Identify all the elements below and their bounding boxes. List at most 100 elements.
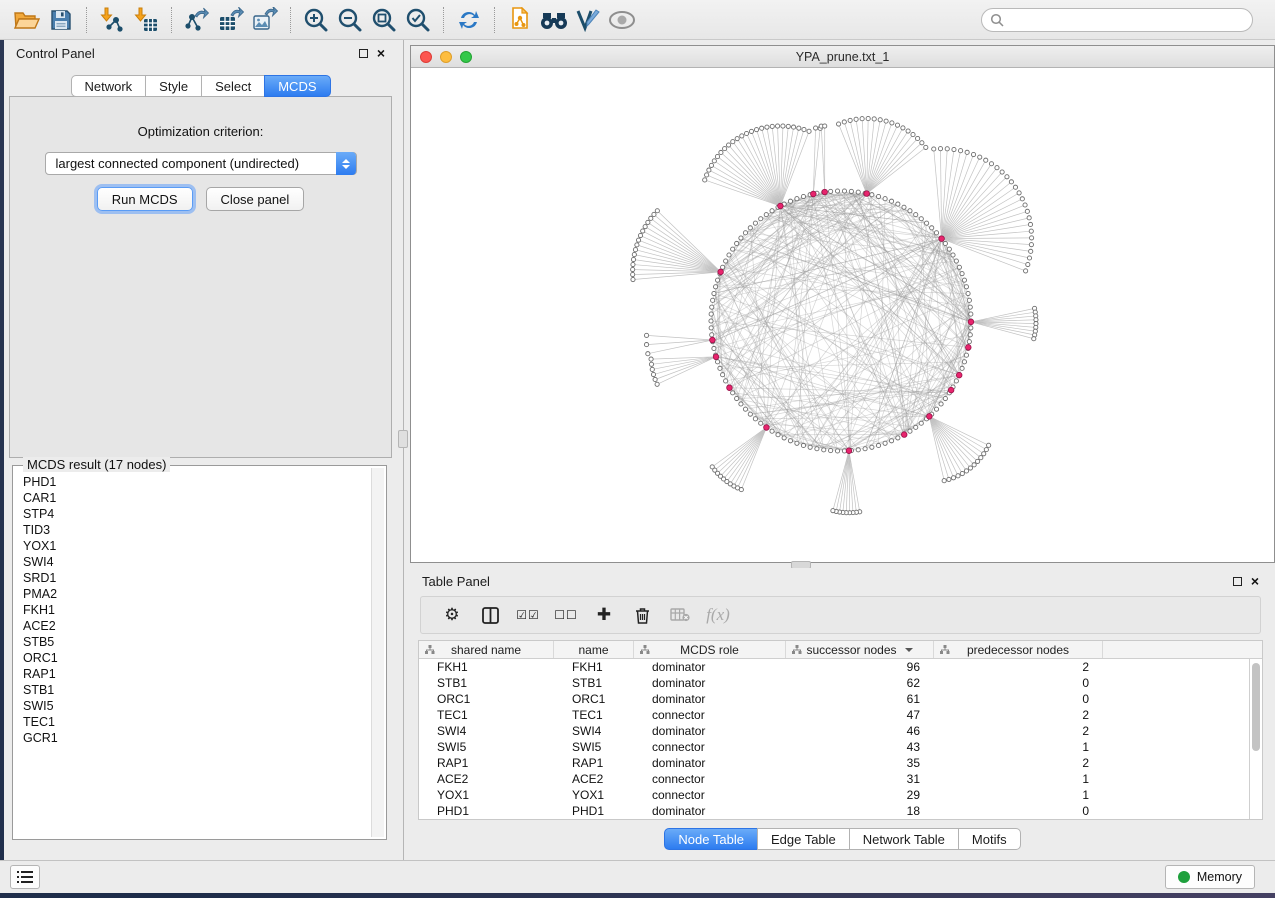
table-row[interactable]: ORC1ORC1dominator610 <box>419 691 1249 707</box>
column-header-mcds-role[interactable]: MCDS role <box>634 641 786 658</box>
table-row[interactable]: TEC1TEC1connector472 <box>419 707 1249 723</box>
mcds-result-item[interactable]: FKH1 <box>23 602 384 618</box>
list-icon <box>17 871 33 883</box>
float-panel-icon[interactable] <box>359 49 368 58</box>
search-field[interactable] <box>981 8 1253 32</box>
float-panel-icon[interactable] <box>1233 577 1242 586</box>
mcds-result-item[interactable]: SWI5 <box>23 698 384 714</box>
export-network-icon[interactable] <box>180 5 214 35</box>
sort-descending-icon <box>905 648 913 652</box>
save-icon[interactable] <box>44 5 78 35</box>
optimization-criterion-select[interactable]: largest connected component (undirected) <box>45 152 357 175</box>
search-input[interactable] <box>1009 13 1244 27</box>
mcds-result-item[interactable]: TID3 <box>23 522 384 538</box>
mcds-result-item[interactable]: ACE2 <box>23 618 384 634</box>
mcds-result-item[interactable]: CAR1 <box>23 490 384 506</box>
binoculars-icon[interactable] <box>537 5 571 35</box>
splitter-grip[interactable] <box>398 430 408 448</box>
vizmapper-icon[interactable] <box>571 5 605 35</box>
mcds-result-item[interactable]: GCR1 <box>23 730 384 746</box>
column-header-successor-nodes[interactable]: successor nodes <box>786 641 934 658</box>
tab-style[interactable]: Style <box>145 75 202 97</box>
mcds-result-item[interactable]: PHD1 <box>23 474 384 490</box>
network-window-titlebar[interactable]: YPA_prune.txt_1 <box>411 46 1274 68</box>
eye-icon[interactable] <box>605 5 639 35</box>
open-file-icon[interactable] <box>10 5 44 35</box>
refresh-icon[interactable] <box>452 5 486 35</box>
mcds-result-item[interactable]: SRD1 <box>23 570 384 586</box>
add-column-icon[interactable]: ✚ <box>585 600 623 630</box>
mcds-result-item[interactable]: YOX1 <box>23 538 384 554</box>
status-bar: Memory <box>0 860 1275 893</box>
memory-status-icon <box>1178 871 1190 883</box>
column-header-name[interactable]: name <box>554 641 634 658</box>
mcds-result-item[interactable]: TEC1 <box>23 714 384 730</box>
vertical-splitter[interactable] <box>397 40 410 860</box>
import-network-icon[interactable] <box>95 5 129 35</box>
scrollbar-thumb[interactable] <box>1252 663 1260 751</box>
table-row[interactable]: FKH1FKH1dominator962 <box>419 659 1249 675</box>
column-header-shared-name[interactable]: shared name <box>419 641 554 658</box>
mcds-result-item[interactable]: RAP1 <box>23 666 384 682</box>
control-panel-tabs: Network Style Select MCDS <box>70 75 330 97</box>
table-panel: Table Panel × ⚙ ☑☑ ☐☐ ✚ <box>410 568 1275 860</box>
export-table-icon[interactable] <box>214 5 248 35</box>
search-icon <box>990 13 1004 27</box>
optimization-criterion-label: Optimization criterion: <box>10 124 391 139</box>
table-row[interactable]: PHD1PHD1dominator180 <box>419 803 1249 819</box>
table-row[interactable]: SWI4SWI4dominator462 <box>419 723 1249 739</box>
mcds-result-scrollbar[interactable] <box>371 468 384 837</box>
column-type-icon <box>640 645 650 655</box>
zoom-out-icon[interactable] <box>333 5 367 35</box>
zoom-fit-icon[interactable] <box>367 5 401 35</box>
table-settings-icon[interactable]: ⚙ <box>433 600 471 630</box>
column-header-predecessor-nodes[interactable]: predecessor nodes <box>934 641 1103 658</box>
table-tabs: Node Table Edge Table Network Table Moti… <box>664 828 1020 850</box>
table-scrollbar[interactable] <box>1249 659 1262 819</box>
tab-node-table[interactable]: Node Table <box>664 828 758 850</box>
mcds-result-item[interactable]: PMA2 <box>23 586 384 602</box>
select-all-rows-icon[interactable]: ☑☑ <box>509 600 547 630</box>
delete-column-icon[interactable] <box>623 600 661 630</box>
new-network-from-selection-icon[interactable] <box>503 5 537 35</box>
mcds-result-item[interactable]: STP4 <box>23 506 384 522</box>
memory-button[interactable]: Memory <box>1165 865 1255 889</box>
tab-network[interactable]: Network <box>70 75 146 97</box>
mcds-result-list: PHD1CAR1STP4TID3YOX1SWI4SRD1PMA2FKH1ACE2… <box>15 474 384 837</box>
zoom-selected-icon[interactable] <box>401 5 435 35</box>
node-table-header: shared name name MCDS role successor nod… <box>419 641 1262 659</box>
deselect-all-rows-icon[interactable]: ☐☐ <box>547 600 585 630</box>
mcds-result-item[interactable]: STB1 <box>23 682 384 698</box>
mcds-result-item[interactable]: ORC1 <box>23 650 384 666</box>
column-header-filler <box>1103 641 1262 658</box>
tab-select[interactable]: Select <box>201 75 265 97</box>
table-row[interactable]: RAP1RAP1dominator352 <box>419 755 1249 771</box>
network-graph <box>411 68 1274 562</box>
close-panel-icon[interactable]: × <box>377 46 385 60</box>
mcds-result-item[interactable]: SWI4 <box>23 554 384 570</box>
tab-mcds[interactable]: MCDS <box>264 75 330 97</box>
zoom-in-icon[interactable] <box>299 5 333 35</box>
show-columns-icon[interactable] <box>471 600 509 630</box>
tab-network-table[interactable]: Network Table <box>849 828 959 850</box>
table-row[interactable]: ACE2ACE2connector311 <box>419 771 1249 787</box>
toolbar-separator <box>290 7 291 33</box>
table-row[interactable]: SWI5SWI5connector431 <box>419 739 1249 755</box>
task-history-button[interactable] <box>10 865 40 889</box>
toolbar-separator <box>171 7 172 33</box>
delete-table-icon <box>661 600 699 630</box>
column-type-icon <box>792 645 802 655</box>
close-panel-button[interactable]: Close panel <box>206 187 305 211</box>
table-row[interactable]: STB1STB1dominator620 <box>419 675 1249 691</box>
mcds-result-item[interactable]: STB5 <box>23 634 384 650</box>
run-mcds-button[interactable]: Run MCDS <box>97 187 193 211</box>
export-image-icon[interactable] <box>248 5 282 35</box>
main-toolbar <box>0 0 1275 40</box>
tab-motifs[interactable]: Motifs <box>958 828 1021 850</box>
function-builder-icon: f(x) <box>699 600 737 630</box>
table-row[interactable]: YOX1YOX1connector291 <box>419 787 1249 803</box>
import-table-icon[interactable] <box>129 5 163 35</box>
tab-edge-table[interactable]: Edge Table <box>757 828 850 850</box>
network-canvas[interactable] <box>411 68 1274 562</box>
close-panel-icon[interactable]: × <box>1251 574 1259 588</box>
